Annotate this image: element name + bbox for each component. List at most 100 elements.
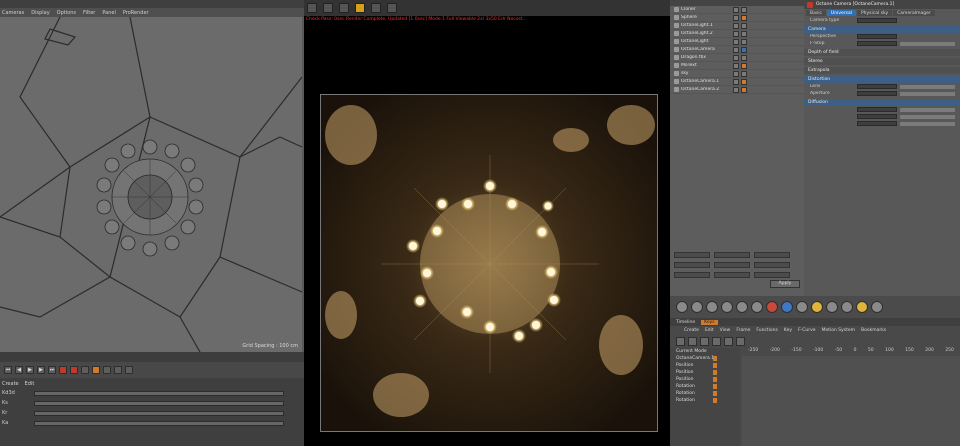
camera-icon[interactable] — [826, 301, 838, 313]
object-row[interactable]: OctaneLight.2 — [670, 30, 804, 38]
zoom-icon[interactable] — [387, 3, 397, 13]
next-frame-icon[interactable]: ▶ — [37, 366, 45, 374]
track-row[interactable]: Rotation — [670, 383, 740, 390]
autokey-icon[interactable] — [70, 366, 78, 374]
menu-display[interactable]: Display — [31, 10, 49, 16]
select-icon[interactable] — [676, 301, 688, 313]
tab-physical-sky[interactable]: Physical sky — [856, 10, 893, 16]
timeline-tool-icon[interactable] — [700, 336, 709, 346]
rotation-key-icon[interactable] — [103, 366, 111, 374]
menu-motion-system[interactable]: Motion System — [822, 328, 855, 333]
menu-key[interactable]: Key — [784, 328, 792, 333]
menu-prorender[interactable]: ProRender — [123, 10, 149, 16]
menu-functions[interactable]: Functions — [756, 328, 778, 333]
attr-section-dof[interactable]: Depth of field — [804, 49, 960, 56]
attr-section-distortion[interactable]: Distortion — [804, 76, 960, 83]
keyframe-icon[interactable] — [81, 366, 89, 374]
attr-section-extrapola[interactable]: Extrapola — [804, 67, 960, 74]
menu-options[interactable]: Options — [57, 10, 76, 16]
timeline-panel: Timeline Keys Create Edit View Frame Fun… — [670, 318, 960, 446]
track-row[interactable]: Position — [670, 376, 740, 383]
track-row[interactable]: Position — [670, 369, 740, 376]
apply-button[interactable]: Apply — [770, 280, 800, 288]
object-row[interactable]: OctaneLight.1 — [670, 22, 804, 30]
generator-icon[interactable] — [766, 301, 778, 313]
material-row[interactable]: Kr — [2, 409, 304, 417]
scale-key-icon[interactable] — [114, 366, 122, 374]
position-key-icon[interactable] — [92, 366, 100, 374]
sun-icon[interactable] — [856, 301, 868, 313]
timeline-tool-icon[interactable] — [676, 336, 685, 346]
menu-edit[interactable]: Edit — [705, 328, 714, 333]
tab-universal[interactable]: Universal — [826, 10, 856, 16]
track-row[interactable]: Position — [670, 362, 740, 369]
timeline-ruler[interactable]: -250 -200 -150 -100 -50 0 50 100 150 200… — [742, 348, 960, 356]
left-timeline-ruler[interactable] — [0, 352, 304, 362]
render-icon[interactable] — [307, 3, 317, 13]
fcurve-graph[interactable] — [742, 356, 960, 446]
menu-filter[interactable]: Filter — [83, 10, 95, 16]
deformer-icon[interactable] — [781, 301, 793, 313]
render-image[interactable] — [320, 94, 658, 432]
cube-icon[interactable] — [736, 301, 748, 313]
object-row[interactable]: sky — [670, 70, 804, 78]
tab-keys[interactable]: Keys — [701, 319, 718, 325]
light-icon — [674, 23, 679, 28]
material-row[interactable]: Ka — [2, 419, 304, 427]
menu-bookmarks[interactable]: Bookmarks — [861, 328, 886, 333]
go-start-icon[interactable]: ⏮ — [4, 366, 12, 374]
material-tab-edit[interactable]: Edit — [25, 381, 35, 387]
scale-icon[interactable] — [706, 301, 718, 313]
object-row[interactable]: OctaneLight — [670, 38, 804, 46]
tab-timeline[interactable]: Timeline — [676, 320, 695, 325]
prev-frame-icon[interactable]: ◀ — [15, 366, 23, 374]
pause-icon[interactable] — [339, 3, 349, 13]
play-icon[interactable]: ▶ — [26, 366, 34, 374]
pen-icon[interactable] — [751, 301, 763, 313]
timeline-tool-icon[interactable] — [724, 336, 733, 346]
menu-view[interactable]: View — [720, 328, 731, 333]
tab-camera-imager[interactable]: CameraImager — [893, 10, 935, 16]
go-end-icon[interactable]: ⏭ — [48, 366, 56, 374]
track-row[interactable]: OctaneCamera.1 — [670, 355, 740, 362]
layout-icon[interactable] — [871, 301, 883, 313]
timeline-tool-icon[interactable] — [736, 336, 745, 346]
material-tab-create[interactable]: Create — [2, 381, 19, 387]
menu-panel[interactable]: Panel — [102, 10, 116, 16]
attr-section-stereo[interactable]: Stereo — [804, 58, 960, 65]
object-row[interactable]: OctaneCamera.2 — [670, 86, 804, 94]
wireframe-viewport[interactable]: Grid Spacing : 100 cm — [0, 17, 302, 352]
object-row[interactable]: OctaneCamera — [670, 46, 804, 54]
timeline-tool-icon[interactable] — [688, 336, 697, 346]
param-key-icon[interactable] — [125, 366, 133, 374]
record-icon[interactable] — [59, 366, 67, 374]
object-row[interactable]: Dragon.fbx — [670, 54, 804, 62]
attr-section-diffusion[interactable]: Diffusion — [804, 99, 960, 106]
settings-icon[interactable] — [371, 3, 381, 13]
track-row[interactable]: Rotation — [670, 397, 740, 404]
rotate-icon[interactable] — [721, 301, 733, 313]
stop-icon[interactable] — [323, 3, 333, 13]
tab-basic[interactable]: Basic — [806, 10, 826, 16]
menu-create[interactable]: Create — [684, 328, 699, 333]
object-row[interactable]: MoText — [670, 62, 804, 70]
material-row[interactable]: Kd3d — [2, 389, 304, 397]
floor-icon[interactable] — [841, 301, 853, 313]
menu-cameras[interactable]: Cameras — [2, 10, 24, 16]
object-row[interactable]: Sphere — [670, 14, 804, 22]
left-topbar — [0, 0, 304, 8]
menu-fcurve[interactable]: F-Curve — [798, 328, 816, 333]
lock-icon[interactable] — [355, 3, 365, 13]
left-viewport-panel: Cameras Display Options Filter Panel Pro… — [0, 0, 304, 446]
object-row[interactable]: Cloner — [670, 6, 804, 14]
menu-frame[interactable]: Frame — [736, 328, 750, 333]
move-icon[interactable] — [691, 301, 703, 313]
attr-section-camera[interactable]: Camera — [804, 26, 960, 33]
track-row[interactable]: Rotation — [670, 390, 740, 397]
material-row[interactable]: Ks — [2, 399, 304, 407]
object-row[interactable]: OctaneCamera.1 — [670, 78, 804, 86]
timeline-tool-icon[interactable] — [712, 336, 721, 346]
timeline-menu: Create Edit View Frame Functions Key F-C… — [670, 326, 960, 334]
light-icon[interactable] — [811, 301, 823, 313]
scene-icon[interactable] — [796, 301, 808, 313]
